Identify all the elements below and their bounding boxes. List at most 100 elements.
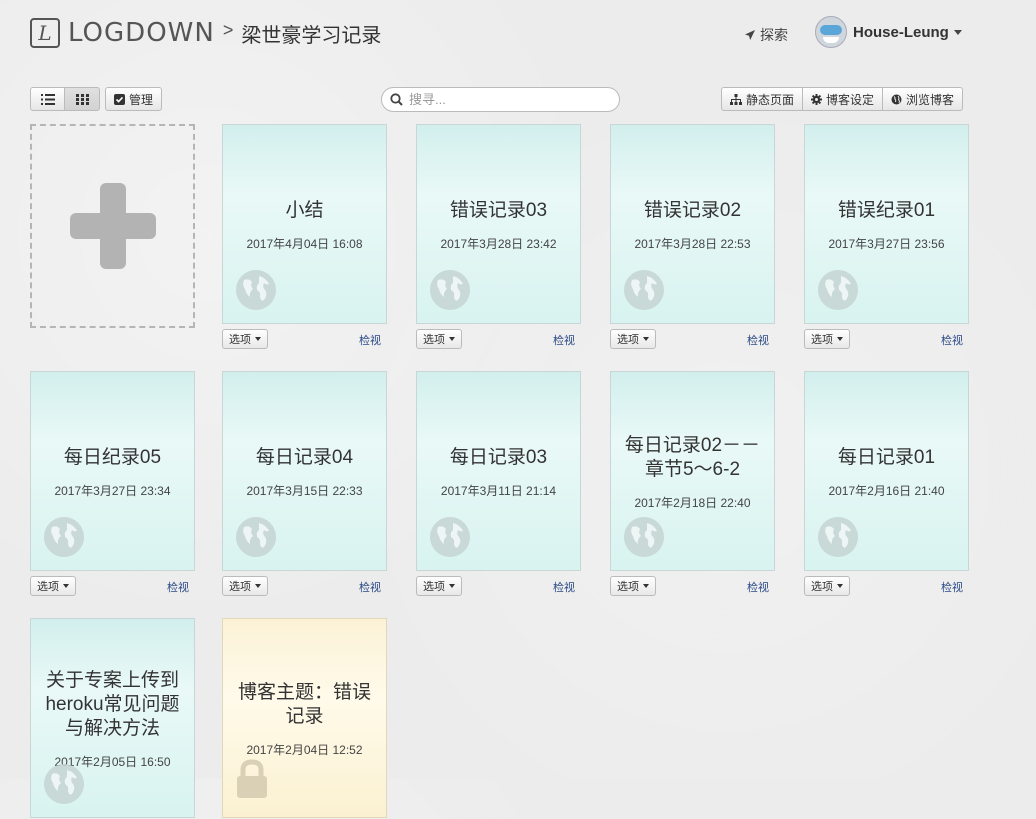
post-title: 关于专案上传到heroku常见问题与解决方法 (45, 669, 180, 739)
globe-icon (623, 516, 665, 563)
grid-icon (75, 93, 89, 105)
chevron-down-icon (837, 584, 843, 588)
options-label: 选项 (229, 334, 251, 346)
options-dropdown-button[interactable]: 选项 (30, 576, 76, 596)
post-card[interactable]: 错误纪录01 2017年3月27日 23:56 (804, 124, 969, 324)
post-card[interactable]: 错误记录02 2017年3月28日 22:53 (610, 124, 775, 324)
post-card[interactable]: 错误记录03 2017年3月28日 23:42 (416, 124, 581, 324)
globe-icon (817, 269, 859, 316)
lock-icon (235, 759, 269, 804)
static-pages-button[interactable]: 静态页面 (721, 87, 804, 111)
post-card-actions: 选项 检视 (416, 576, 581, 596)
post-title: 每日纪录05 (63, 446, 162, 468)
view-post-link[interactable]: 检视 (359, 332, 381, 348)
chevron-down-icon (643, 584, 649, 588)
view-post-link[interactable]: 检视 (553, 332, 575, 348)
manage-label: 管理 (129, 92, 154, 107)
post-card-actions: 选项 检视 (610, 576, 775, 596)
logo-mark-icon: L (30, 18, 60, 48)
post-date: 2017年3月27日 23:34 (54, 483, 171, 498)
post-date: 2017年4月04日 16:08 (246, 236, 363, 251)
logdown-logo[interactable]: L LOGDOWN > 梁世豪学习记录 (30, 18, 381, 48)
user-menu[interactable]: House-Leung (815, 16, 962, 48)
gear-icon (811, 93, 823, 105)
list-icon (40, 93, 55, 105)
options-dropdown-button[interactable]: 选项 (804, 329, 850, 349)
search-icon (390, 93, 403, 106)
explore-label: 探索 (760, 27, 788, 43)
options-dropdown-button[interactable]: 选项 (610, 329, 656, 349)
options-dropdown-button[interactable]: 选项 (416, 576, 462, 596)
options-label: 选项 (423, 334, 445, 346)
view-post-link[interactable]: 检视 (941, 579, 963, 595)
draft-post-card[interactable]: 博客主题：错误记录 2017年2月04日 12:52 (222, 618, 387, 818)
post-card[interactable]: 每日记录02－－章节5～6-2 2017年2月18日 22:40 (610, 371, 775, 571)
options-dropdown-button[interactable]: 选项 (416, 329, 462, 349)
chevron-down-icon (953, 29, 962, 35)
post-date: 2017年2月04日 12:52 (246, 742, 363, 757)
options-label: 选项 (811, 581, 833, 593)
view-post-link[interactable]: 检视 (553, 579, 575, 595)
post-card[interactable]: 每日记录04 2017年3月15日 22:33 (222, 371, 387, 571)
view-post-link[interactable]: 检视 (747, 579, 769, 595)
options-dropdown-button[interactable]: 选项 (610, 576, 656, 596)
options-dropdown-button[interactable]: 选项 (222, 576, 268, 596)
post-title: 错误纪录01 (837, 199, 936, 221)
new-post-card[interactable] (30, 124, 195, 328)
post-date: 2017年2月18日 22:40 (634, 495, 751, 510)
globe-icon (623, 269, 665, 316)
manage-button[interactable]: 管理 (105, 87, 163, 111)
options-dropdown-button[interactable]: 选项 (804, 576, 850, 596)
globe-icon (429, 516, 471, 563)
logo-text: LOGDOWN (68, 18, 215, 48)
post-title: 每日记录01 (837, 446, 936, 468)
view-toggle (30, 87, 100, 111)
search-input[interactable] (407, 91, 611, 108)
post-card[interactable]: 关于专案上传到heroku常见问题与解决方法 2017年2月05日 16:50 (30, 618, 195, 818)
search-box (381, 87, 620, 112)
post-date: 2017年2月16日 21:40 (828, 483, 945, 498)
post-card-actions: 选项 检视 (222, 329, 387, 349)
globe-icon (235, 269, 277, 316)
post-date: 2017年3月15日 22:33 (246, 483, 363, 498)
chevron-down-icon (255, 584, 261, 588)
username: House-Leung (853, 23, 949, 41)
options-dropdown-button[interactable]: 选项 (222, 329, 268, 349)
view-post-link[interactable]: 检视 (747, 332, 769, 348)
chevron-down-icon (63, 584, 69, 588)
view-post-link[interactable]: 检视 (167, 579, 189, 595)
options-label: 选项 (811, 334, 833, 346)
post-card-actions: 选项 检视 (416, 329, 581, 349)
breadcrumb-separator: > (222, 19, 234, 40)
view-post-link[interactable]: 检视 (941, 332, 963, 348)
post-card[interactable]: 每日记录03 2017年3月11日 21:14 (416, 371, 581, 571)
post-date: 2017年3月28日 22:53 (634, 236, 751, 251)
post-card-actions: 选项 检视 (610, 329, 775, 349)
blog-settings-button[interactable]: 博客设定 (803, 87, 884, 111)
options-label: 选项 (423, 581, 445, 593)
checkbox-icon (114, 93, 125, 105)
chevron-down-icon (449, 584, 455, 588)
view-post-link[interactable]: 检视 (359, 579, 381, 595)
explore-link[interactable]: 探索 (744, 25, 788, 45)
avatar (815, 16, 847, 48)
browse-blog-button[interactable]: 浏览博客 (883, 87, 964, 111)
post-card[interactable]: 小结 2017年4月04日 16:08 (222, 124, 387, 324)
list-view-button[interactable] (30, 87, 65, 111)
post-title: 错误记录03 (449, 199, 548, 221)
post-title: 每日记录02－－章节5～6-2 (624, 434, 761, 480)
options-label: 选项 (37, 581, 59, 593)
post-title: 错误记录02 (643, 199, 742, 221)
post-card[interactable]: 每日纪录05 2017年3月27日 23:34 (30, 371, 195, 571)
sitemap-icon (730, 93, 742, 105)
browse-blog-label: 浏览博客 (906, 92, 955, 107)
post-card[interactable]: 每日记录01 2017年2月16日 21:40 (804, 371, 969, 571)
grid-view-button[interactable] (65, 87, 100, 111)
blog-title[interactable]: 梁世豪学习记录 (241, 19, 381, 48)
post-title: 每日记录04 (255, 446, 354, 468)
post-date: 2017年3月11日 21:14 (440, 483, 557, 498)
options-label: 选项 (617, 334, 639, 346)
post-card-actions: 选项 检视 (30, 576, 195, 596)
blog-settings-label: 博客设定 (826, 92, 875, 107)
paper-plane-icon (745, 30, 755, 40)
